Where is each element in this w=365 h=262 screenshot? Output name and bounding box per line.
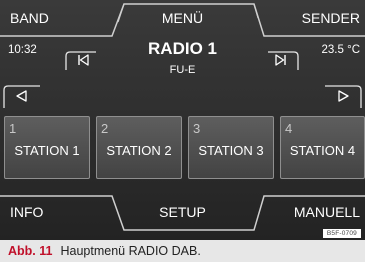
tab-setup[interactable]: SETUP	[115, 196, 250, 240]
tab-sender[interactable]: SENDER	[250, 0, 365, 36]
figure-reference-code: B5F-0709	[322, 229, 361, 238]
tab-sender-label: SENDER	[301, 10, 360, 26]
preset-number: 1	[9, 121, 17, 136]
triangle-right-icon	[338, 90, 349, 102]
station-name: RADIO 1	[148, 39, 217, 58]
tab-setup-label: SETUP	[159, 204, 206, 220]
seek-back-button[interactable]	[68, 48, 96, 72]
triangle-left-icon	[16, 90, 27, 102]
preset-number: 4	[285, 121, 293, 136]
figure-caption-text: Hauptmenü RADIO DAB.	[60, 244, 201, 258]
preset-button-2[interactable]: 2 STATION 2	[96, 116, 182, 179]
scroll-left-button[interactable]	[4, 85, 44, 107]
tab-info[interactable]: INFO	[0, 196, 115, 240]
figure-number: Abb. 11	[8, 244, 53, 258]
figure-caption: Abb. 11 Hauptmenü RADIO DAB.	[0, 240, 365, 262]
preset-label: STATION 2	[106, 143, 172, 158]
preset-label: STATION 4	[289, 143, 356, 158]
tab-band-label: BAND	[10, 10, 49, 26]
tab-menu-label: MENÜ	[161, 10, 204, 26]
scroll-right-button[interactable]	[321, 85, 361, 107]
tab-band[interactable]: BAND	[0, 0, 115, 36]
tab-manuell-label: MANUELL	[293, 204, 360, 220]
preset-button-1[interactable]: 1 STATION 1	[4, 116, 90, 179]
preset-number: 3	[193, 121, 201, 136]
preset-label: STATION 3	[198, 143, 264, 158]
skip-next-icon	[275, 54, 286, 66]
radio-screen: BAND MENÜ SENDER 10:32 23.5 °C RADIO 1 F…	[0, 0, 365, 240]
skip-previous-icon	[78, 54, 89, 66]
seek-forward-button[interactable]	[268, 48, 296, 72]
tab-menu[interactable]: MENÜ	[115, 0, 250, 36]
preset-button-3[interactable]: 3 STATION 3	[188, 116, 274, 179]
tab-info-label: INFO	[10, 204, 44, 220]
preset-number: 2	[101, 121, 109, 136]
preset-button-4[interactable]: 4 STATION 4	[280, 116, 365, 179]
station-ensemble: FU-E	[169, 64, 196, 76]
preset-label: STATION 1	[14, 143, 80, 158]
